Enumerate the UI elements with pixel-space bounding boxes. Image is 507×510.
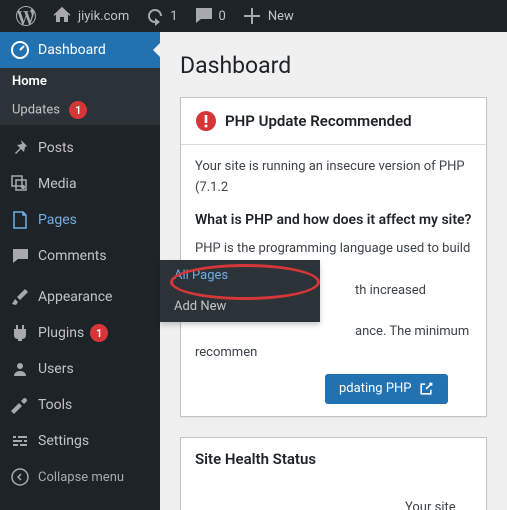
menu-posts[interactable]: Posts <box>0 130 160 166</box>
health-gauge: Should be improved <box>195 498 365 510</box>
updates-badge: 1 <box>69 101 87 119</box>
submenu-home[interactable]: Home <box>0 68 160 95</box>
comment-icon <box>194 6 214 26</box>
card-title: PHP Update Recommended <box>225 112 412 130</box>
page-title: Dashboard <box>180 52 487 79</box>
menu-label: Tools <box>38 397 72 413</box>
card-header: PHP Update Recommended <box>181 98 486 145</box>
collapse-label: Collapse menu <box>38 470 124 485</box>
plus-icon <box>242 6 262 26</box>
comments-count: 0 <box>219 9 226 24</box>
collapse-menu[interactable]: Collapse menu <box>0 459 160 495</box>
learn-php-button[interactable]: pdating PHP <box>325 374 448 404</box>
admin-sidebar: Dashboard Home Updates 1 Posts Media Pag… <box>0 32 160 510</box>
menu-label: Plugins <box>38 325 84 341</box>
menu-label: Settings <box>38 433 89 449</box>
tools-icon <box>10 395 30 415</box>
submenu-dashboard: Home Updates 1 <box>0 68 160 125</box>
site-health-card: Site Health Status Should be improved Yo… <box>180 437 487 510</box>
menu-tools[interactable]: Tools <box>0 387 160 423</box>
pages-icon <box>10 210 30 230</box>
menu-users[interactable]: Users <box>0 351 160 387</box>
pin-icon <box>10 138 30 158</box>
menu-label: Pages <box>38 212 77 228</box>
comments-icon <box>10 246 30 266</box>
home-icon <box>52 6 72 26</box>
refresh-icon <box>145 6 165 26</box>
updates-link[interactable]: 1 <box>137 0 185 32</box>
menu-media[interactable]: Media <box>0 166 160 202</box>
menu-dashboard[interactable]: Dashboard <box>0 32 160 68</box>
new-content-link[interactable]: New <box>234 0 302 32</box>
media-icon <box>10 174 30 194</box>
php-text-1: Your site is running an insecure version… <box>195 157 472 199</box>
brush-icon <box>10 287 30 307</box>
health-text: Your site has critisoon as possible tsec… <box>405 498 472 510</box>
error-icon <box>195 110 217 132</box>
site-home-link[interactable]: jiyik.com <box>44 0 137 32</box>
pages-flyout: All Pages Add New <box>160 260 320 322</box>
new-label: New <box>268 9 294 24</box>
card-title: Site Health Status <box>195 450 316 468</box>
php-question: What is PHP and how does it affect my si… <box>195 209 472 231</box>
menu-label: Users <box>38 361 74 377</box>
flyout-all-pages[interactable]: All Pages <box>160 260 320 291</box>
wordpress-icon <box>16 6 36 26</box>
menu-label: Dashboard <box>38 42 106 58</box>
site-name: jiyik.com <box>78 9 129 24</box>
menu-comments[interactable]: Comments <box>0 238 160 274</box>
menu-pages[interactable]: Pages <box>0 202 160 238</box>
menu-appearance[interactable]: Appearance <box>0 279 160 315</box>
updates-count: 1 <box>170 9 177 24</box>
menu-label: Appearance <box>38 289 112 305</box>
health-body: Should be improved Your site has critiso… <box>181 480 486 510</box>
external-link-icon <box>418 381 434 397</box>
menu-label: Posts <box>38 140 74 156</box>
submenu-updates[interactable]: Updates 1 <box>0 95 160 125</box>
plugins-badge: 1 <box>90 324 108 342</box>
menu-plugins[interactable]: Plugins 1 <box>0 315 160 351</box>
users-icon <box>10 359 30 379</box>
admin-toolbar: jiyik.com 1 0 New <box>0 0 507 32</box>
card-header: Site Health Status <box>181 438 486 480</box>
menu-settings[interactable]: Settings <box>0 423 160 459</box>
wp-logo[interactable] <box>8 0 44 32</box>
flyout-add-new[interactable]: Add New <box>160 291 320 322</box>
menu-label: Media <box>38 176 77 192</box>
plugin-icon <box>10 323 30 343</box>
comments-link[interactable]: 0 <box>186 0 234 32</box>
dashboard-icon <box>10 40 30 60</box>
collapse-icon <box>10 467 30 487</box>
php-update-card: PHP Update Recommended Your site is runn… <box>180 97 487 417</box>
menu-label: Comments <box>38 248 107 264</box>
settings-icon <box>10 431 30 451</box>
